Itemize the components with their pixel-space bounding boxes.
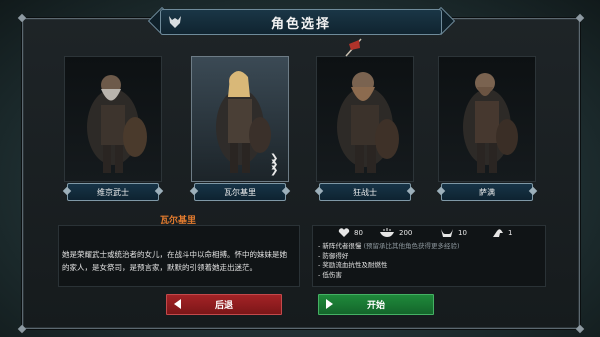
trait-4: - 低伤害	[318, 270, 342, 279]
food-bowl-icon	[379, 228, 395, 238]
start-button[interactable]: 开始	[318, 294, 434, 315]
character-card-viking[interactable]	[64, 56, 162, 182]
name-plate-viking[interactable]: 维京武士	[67, 183, 159, 201]
horns-stat: 10	[440, 228, 467, 238]
page-title: 角色选择	[270, 16, 331, 32]
trait-2: - 防御得好	[318, 251, 349, 260]
food-stat: 200	[379, 228, 412, 238]
character-card-berserker[interactable]	[316, 56, 414, 182]
horned-helmet-icon	[440, 228, 454, 238]
trait-1: - 新阵代者很慢 (预留承比其他角色获得更多经验)	[318, 242, 460, 250]
name-plate-shaman[interactable]: 萨满	[441, 183, 533, 201]
arrow-right-icon	[326, 299, 333, 309]
flexed-arm-icon	[492, 228, 504, 238]
page-title-bar: 角色选择	[160, 9, 442, 35]
character-card-shaman[interactable]	[438, 56, 536, 182]
name-plate-valkyrie[interactable]: 瓦尔基里	[194, 183, 286, 201]
description-text: 她是荣耀武士或统治者的女儿，在战斗中以命相搏。怀中的妹妹是她的家人，是女祭司，是…	[62, 250, 287, 272]
health-stat: 80	[338, 228, 363, 238]
banner-flag-icon	[343, 36, 365, 62]
traits-list: - 新阵代者很慢 (预留承比其他角色获得更多经验) - 防御得好 - 奖励流血抗…	[318, 242, 460, 280]
trait-3: - 奖励流血抗性及耐燃性	[318, 261, 388, 269]
wolf-crest-icon	[164, 11, 186, 33]
chevron-down-icon: ❯ ❯ ❯	[270, 153, 279, 176]
name-plate-berserker[interactable]: 狂战士	[319, 183, 411, 201]
health-icon	[338, 228, 350, 238]
arrow-left-icon	[174, 299, 181, 309]
back-button[interactable]: 后退	[166, 294, 282, 315]
strength-stat: 1	[492, 228, 512, 238]
